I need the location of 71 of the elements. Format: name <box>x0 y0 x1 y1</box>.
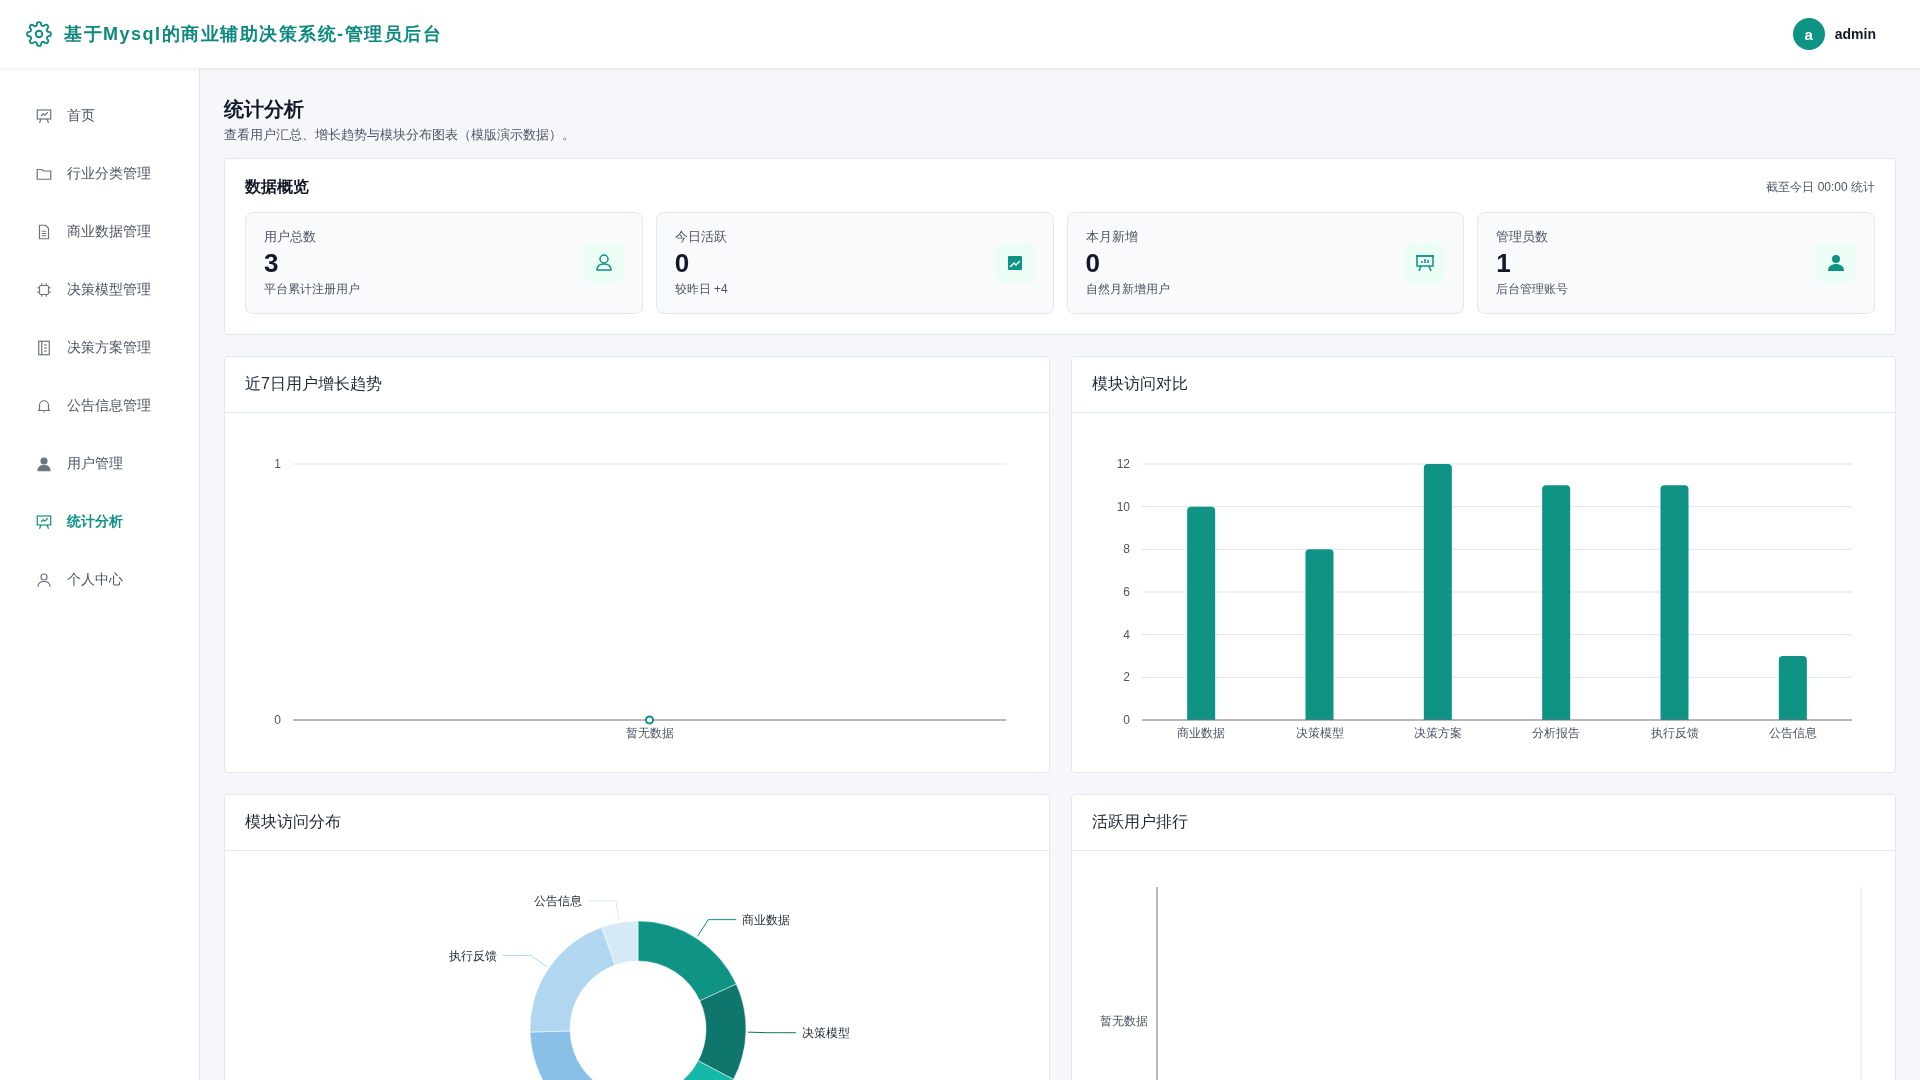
bell-icon <box>35 397 53 415</box>
axis-category-label: 暂无数据 <box>625 726 674 740</box>
stat-label: 管理员数 <box>1496 228 1550 247</box>
axis-category-label: 商业数据 <box>1176 726 1225 740</box>
stat-value: 1 <box>1496 249 1512 278</box>
chart-board-icon <box>1405 243 1446 283</box>
user-name[interactable]: admin <box>1834 26 1876 42</box>
section-title: 数据概览 <box>245 177 309 197</box>
axis-category-label: 公告信息 <box>1768 726 1817 740</box>
slice-label: 商业数据 <box>742 912 791 927</box>
axis-category-label: 决策模型 <box>1295 726 1343 740</box>
user-icon <box>583 243 624 283</box>
chart-board-icon <box>35 513 53 531</box>
stat-value: 3 <box>264 249 280 278</box>
chip-icon <box>35 281 53 299</box>
chart-title: 模块访问对比 <box>1091 374 1188 394</box>
sidebar-item[interactable]: 首页 <box>0 87 199 145</box>
stat-caption: 较昨日 +4 <box>674 280 728 298</box>
stat-caption: 后台管理账号 <box>1496 280 1569 298</box>
chart-title: 近7日用户增长趋势 <box>245 374 382 394</box>
axis-category-label: 执行反馈 <box>1650 726 1698 740</box>
axis-tick-label: 12 <box>1116 457 1130 471</box>
settings-icon <box>26 21 52 47</box>
stat-value: 0 <box>1085 249 1101 278</box>
axis-tick-label: 10 <box>1116 499 1130 514</box>
slice-label: 执行反馈 <box>448 948 497 963</box>
stats-note: 截至今日 00:00 统计 <box>1766 179 1875 196</box>
slice-label: 公告信息 <box>533 893 582 908</box>
chart-board-icon <box>35 107 53 125</box>
sidebar-item[interactable]: 商业数据管理 <box>0 203 199 261</box>
empty-label: 暂无数据 <box>1099 1014 1148 1028</box>
trend-icon <box>994 243 1035 283</box>
sidebar-item[interactable]: 公告信息管理 <box>0 377 199 435</box>
axis-tick-label: 2 <box>1122 670 1130 685</box>
stat-label: 用户总数 <box>264 228 317 247</box>
stat-label: 本月新增 <box>1085 228 1139 247</box>
notebook-icon <box>35 339 53 357</box>
page-title: 统计分析 <box>224 97 305 122</box>
app-title: 基于Mysql的商业辅助决策系统-管理员后台 <box>64 23 442 46</box>
bar <box>1778 656 1807 720</box>
axis-category-label: 决策方案 <box>1413 726 1462 740</box>
page-subtitle: 查看用户汇总、增长趋势与模块分布图表（模版演示数据）。 <box>224 126 576 144</box>
leader-line <box>747 1031 797 1034</box>
leader-line <box>587 900 620 922</box>
stat-label: 今日活跃 <box>674 228 728 247</box>
chart-title: 模块访问分布 <box>245 812 341 832</box>
user-solid-icon <box>35 455 53 473</box>
user-avatar[interactable]: a <box>1792 18 1825 50</box>
axis-tick-label: 4 <box>1122 627 1130 642</box>
user-icon <box>35 571 53 589</box>
slice-label: 决策模型 <box>801 1025 850 1040</box>
leader-line <box>502 955 548 968</box>
sidebar-item[interactable]: 决策方案管理 <box>0 319 199 377</box>
sidebar-item[interactable]: 行业分类管理 <box>0 145 199 203</box>
user-solid-icon <box>1816 243 1856 283</box>
axis-tick-label: 0 <box>274 713 281 727</box>
axis-tick-label: 1 <box>274 457 281 471</box>
stat-value: 0 <box>674 249 691 278</box>
axis-tick-label: 8 <box>1122 542 1130 557</box>
sidebar-item[interactable]: 决策模型管理 <box>0 261 199 319</box>
axis-category-label: 分析报告 <box>1531 726 1580 740</box>
chart-title: 活跃用户排行 <box>1091 812 1188 832</box>
axis-tick-label: 6 <box>1122 585 1130 599</box>
sidebar-item[interactable]: 用户管理 <box>0 435 199 493</box>
leader-line <box>696 919 737 937</box>
sidebar-item[interactable]: 个人中心 <box>0 551 199 609</box>
sidebar-item[interactable]: 统计分析 <box>0 493 199 551</box>
axis-tick-label: 0 <box>1122 713 1130 727</box>
stat-caption: 平台累计注册用户 <box>264 280 360 298</box>
data-point <box>645 715 654 725</box>
stat-caption: 自然月新增用户 <box>1085 280 1170 298</box>
